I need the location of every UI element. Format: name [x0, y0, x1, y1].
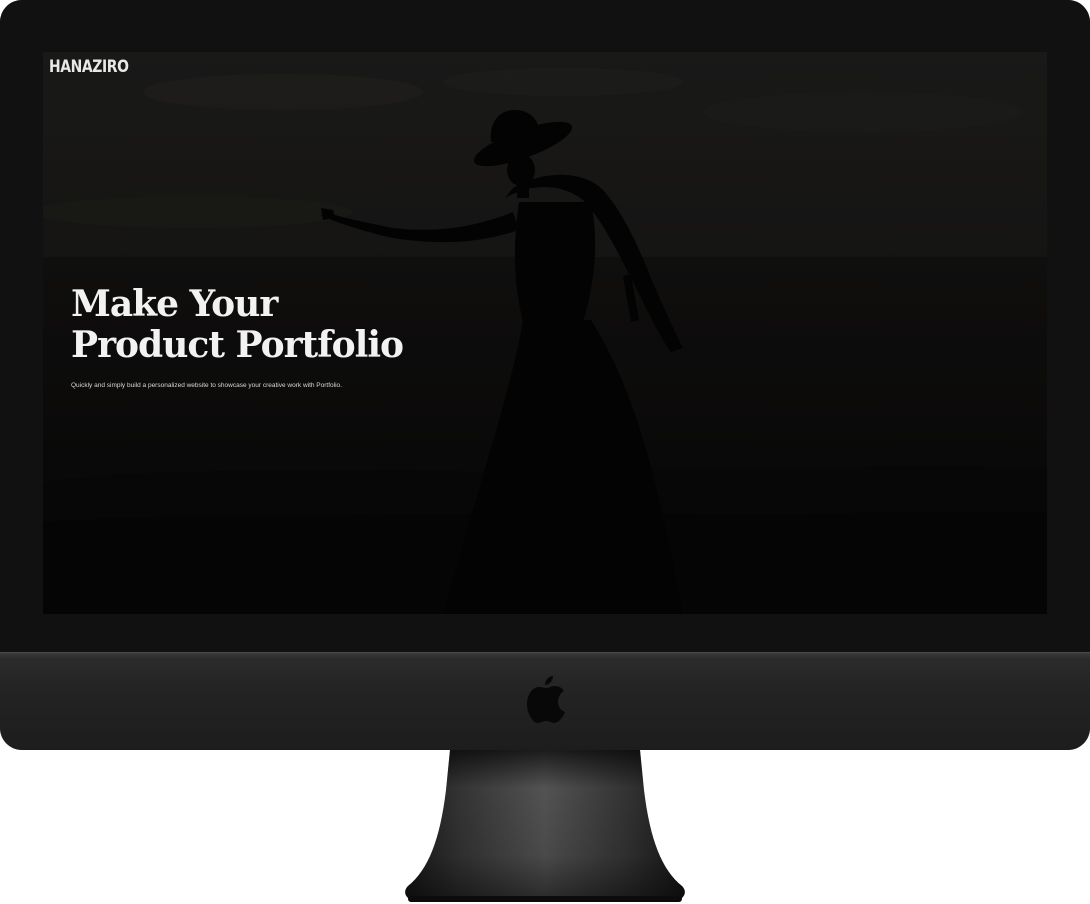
hero-title: Make Your Product Portfolio — [71, 284, 491, 366]
site-logo[interactable]: HANAZIRO — [49, 57, 129, 77]
imac-mockup: HANAZIRO Make Your Product Portfolio Qui… — [0, 0, 1090, 904]
hero-title-line-2: Product Portfolio — [71, 324, 404, 366]
website-screen: HANAZIRO Make Your Product Portfolio Qui… — [43, 52, 1047, 614]
hero-title-line-1: Make Your — [71, 283, 278, 325]
apple-logo-icon — [527, 676, 565, 723]
imac-stand — [405, 750, 685, 902]
hero-subtitle: Quickly and simply build a personalized … — [71, 382, 342, 389]
